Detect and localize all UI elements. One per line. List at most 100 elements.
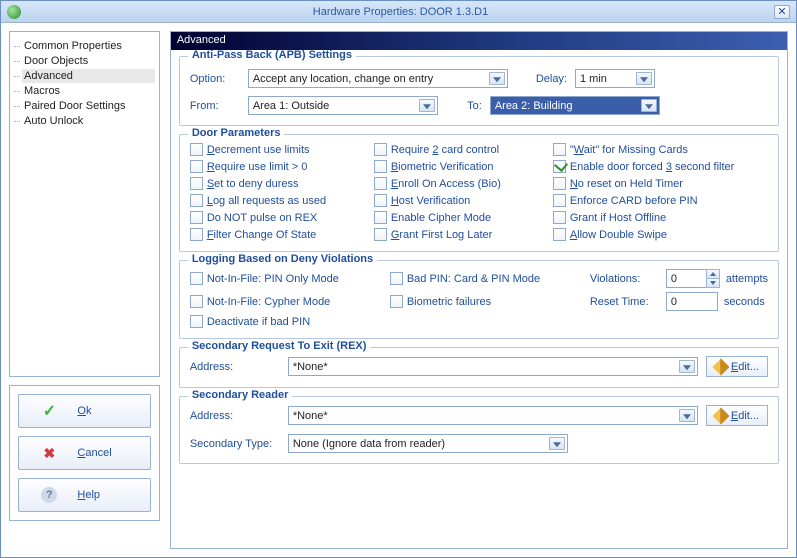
logging-checkbox[interactable]: Deactivate if bad PIN xyxy=(190,315,390,328)
checkbox-icon xyxy=(190,315,203,328)
panel-title: Advanced xyxy=(171,32,787,50)
group-door-params-legend: Door Parameters xyxy=(188,127,285,139)
doorparam-checkbox[interactable]: Require use limit > 0 xyxy=(190,160,370,173)
doorparam-checkbox[interactable]: Host Verification xyxy=(374,194,549,207)
group-rex: Secondary Request To Exit (REX) Address:… xyxy=(179,347,779,388)
checkbox-icon xyxy=(190,272,203,285)
spin-down[interactable] xyxy=(706,278,720,288)
violations-spin[interactable] xyxy=(666,269,720,288)
group-logging: Logging Based on Deny Violations Not-In-… xyxy=(179,260,779,339)
checkbox-icon xyxy=(190,295,203,308)
violations-label: Violations: xyxy=(590,273,660,285)
checkbox-icon xyxy=(190,211,203,224)
cancel-button[interactable]: ✖ Cancel xyxy=(18,436,151,470)
nav-item-auto-unlock[interactable]: Auto Unlock xyxy=(22,114,155,128)
doorparam-checkbox[interactable]: Log all requests as used xyxy=(190,194,370,207)
checkbox-icon xyxy=(374,143,387,156)
titlebar: Hardware Properties: DOOR 1.3.D1 ✕ xyxy=(1,1,796,23)
apb-from-combo[interactable]: Area 1: Outside xyxy=(248,96,438,115)
doorparam-checkbox[interactable]: Grant if Host Offline xyxy=(553,211,768,224)
checkbox-icon xyxy=(553,228,566,241)
apb-delay-combo[interactable]: 1 min xyxy=(575,69,655,88)
left-column: Common PropertiesDoor ObjectsAdvancedMac… xyxy=(9,31,160,549)
doorparam-checkbox[interactable]: No reset on Held Timer xyxy=(553,177,768,190)
reader-edit-button[interactable]: Edit... xyxy=(706,405,768,426)
reset-unit: seconds xyxy=(724,296,765,308)
doorparam-checkbox[interactable]: Biometric Verification xyxy=(374,160,549,173)
checkbox-icon xyxy=(374,228,387,241)
group-logging-legend: Logging Based on Deny Violations xyxy=(188,253,377,265)
doorparam-checkbox[interactable]: Do NOT pulse on REX xyxy=(190,211,370,224)
reader-type-combo[interactable]: None (Ignore data from reader) xyxy=(288,434,568,453)
doorparam-checkbox[interactable]: Enforce CARD before PIN xyxy=(553,194,768,207)
help-label: Help xyxy=(77,489,127,501)
reset-input[interactable] xyxy=(666,292,718,311)
nav-item-advanced[interactable]: Advanced xyxy=(22,69,155,83)
spin-up[interactable] xyxy=(706,269,720,278)
pencil-icon xyxy=(712,358,729,375)
doorparam-checkbox[interactable]: Enable Cipher Mode xyxy=(374,211,549,224)
doorparam-checkbox[interactable]: Filter Change Of State xyxy=(190,228,370,241)
logging-checkbox[interactable]: Bad PIN: Card & PIN Mode xyxy=(390,272,590,285)
nav-item-macros[interactable]: Macros xyxy=(22,84,155,98)
doorparam-checkbox[interactable]: Enroll On Access (Bio) xyxy=(374,177,549,190)
ok-button[interactable]: ✓ Ok xyxy=(18,394,151,428)
violations-input[interactable] xyxy=(666,269,706,288)
rex-address-label: Address: xyxy=(190,361,280,373)
apb-from-label: From: xyxy=(190,100,240,112)
dialog-buttons: ✓ Ok ✖ Cancel ? Help xyxy=(9,385,160,521)
client-area: Common PropertiesDoor ObjectsAdvancedMac… xyxy=(1,23,796,557)
reset-label: Reset Time: xyxy=(590,296,660,308)
group-rex-legend: Secondary Request To Exit (REX) xyxy=(188,340,371,352)
group-door-params: Door Parameters Decrement use limitsRequ… xyxy=(179,134,779,252)
checkbox-icon xyxy=(374,211,387,224)
nav-item-door-objects[interactable]: Door Objects xyxy=(22,54,155,68)
nav-item-paired-door-settings[interactable]: Paired Door Settings xyxy=(22,99,155,113)
checkbox-icon xyxy=(190,143,203,156)
reader-address-combo[interactable]: *None* xyxy=(288,406,698,425)
help-button[interactable]: ? Help xyxy=(18,478,151,512)
group-apb: Anti-Pass Back (APB) Settings Option: Ac… xyxy=(179,56,779,126)
doorparam-checkbox[interactable]: Allow Double Swipe xyxy=(553,228,768,241)
checkbox-icon xyxy=(190,194,203,207)
violations-unit: attempts xyxy=(726,273,768,285)
content-panel: Advanced Anti-Pass Back (APB) Settings O… xyxy=(170,31,788,549)
window-title: Hardware Properties: DOOR 1.3.D1 xyxy=(27,6,774,18)
checkbox-icon xyxy=(190,160,203,173)
rex-edit-button[interactable]: Edit... xyxy=(706,356,768,377)
logging-checkbox[interactable]: Not-In-File: PIN Only Mode xyxy=(190,272,390,285)
checkbox-icon xyxy=(553,160,566,173)
rex-address-combo[interactable]: *None* xyxy=(288,357,698,376)
apb-option-combo[interactable]: Accept any location, change on entry xyxy=(248,69,508,88)
logging-checkbox[interactable]: Not-In-File: Cypher Mode xyxy=(190,295,390,308)
checkbox-icon xyxy=(390,272,403,285)
checkbox-icon xyxy=(374,177,387,190)
apb-delay-label: Delay: xyxy=(536,73,567,85)
pencil-icon xyxy=(712,407,729,424)
checkbox-icon xyxy=(190,177,203,190)
checkbox-icon xyxy=(553,177,566,190)
checkbox-icon xyxy=(553,211,566,224)
help-icon: ? xyxy=(41,487,57,503)
apb-option-label: Option: xyxy=(190,73,240,85)
apb-to-combo[interactable]: Area 2: Building xyxy=(490,96,660,115)
checkbox-icon xyxy=(390,295,403,308)
reader-address-label: Address: xyxy=(190,410,280,422)
check-icon: ✓ xyxy=(41,403,57,419)
group-reader: Secondary Reader Address: *None* Edit...… xyxy=(179,396,779,464)
checkbox-icon xyxy=(553,143,566,156)
doorparam-checkbox[interactable]: Enable door forced 3 second filter xyxy=(553,160,768,173)
cancel-label: Cancel xyxy=(77,447,127,459)
checkbox-icon xyxy=(374,160,387,173)
panel-body: Anti-Pass Back (APB) Settings Option: Ac… xyxy=(171,50,787,548)
doorparam-checkbox[interactable]: Require 2 card control xyxy=(374,143,549,156)
nav-item-common-properties[interactable]: Common Properties xyxy=(22,39,155,53)
doorparam-checkbox[interactable]: Grant First Log Later xyxy=(374,228,549,241)
logging-checkbox[interactable]: Biometric failures xyxy=(390,295,590,308)
doorparam-checkbox[interactable]: Set to deny duress xyxy=(190,177,370,190)
nav-tree: Common PropertiesDoor ObjectsAdvancedMac… xyxy=(9,31,160,377)
reader-type-label: Secondary Type: xyxy=(190,438,280,450)
doorparam-checkbox[interactable]: "Wait" for Missing Cards xyxy=(553,143,768,156)
doorparam-checkbox[interactable]: Decrement use limits xyxy=(190,143,370,156)
close-button[interactable]: ✕ xyxy=(774,5,790,19)
